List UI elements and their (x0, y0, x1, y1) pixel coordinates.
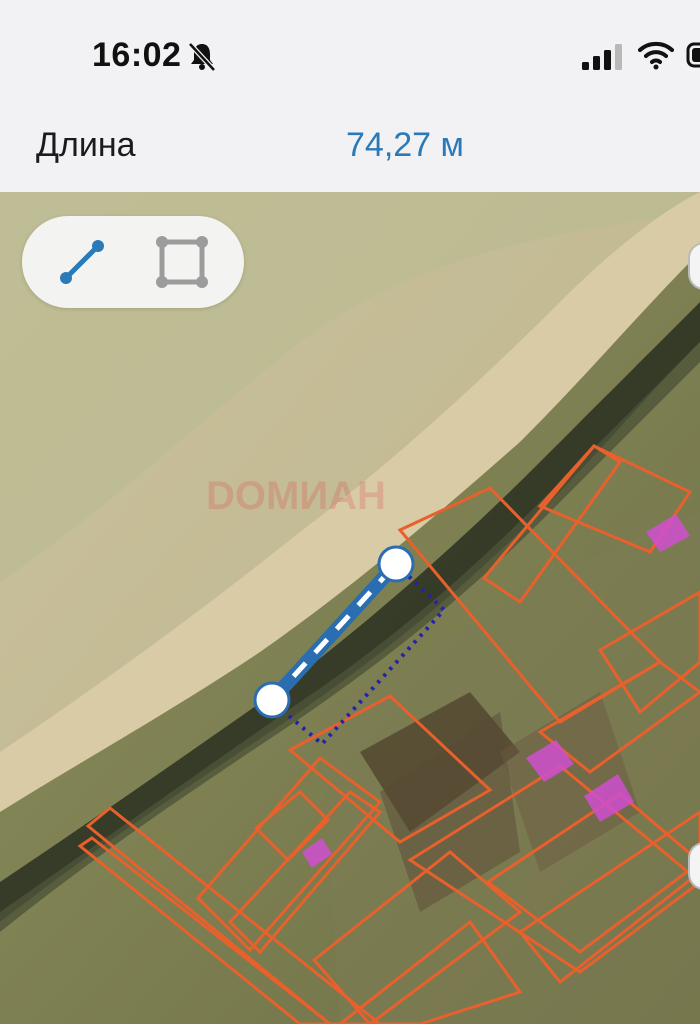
side-control-top[interactable] (688, 242, 700, 290)
measurement-header: Длина 74,27 м (0, 110, 700, 193)
line-measure-icon (60, 240, 104, 284)
measure-start-handle[interactable] (253, 681, 291, 719)
polygon-area-icon (156, 236, 208, 288)
bell-muted-icon (188, 42, 216, 72)
status-bar: 16:02 (0, 0, 700, 110)
battery-icon (686, 42, 700, 68)
measure-tool-switcher (22, 216, 244, 308)
measure-end-handle[interactable] (377, 545, 415, 583)
line-tool-button[interactable] (50, 230, 114, 294)
clock: 16:02 (92, 36, 182, 74)
wifi-icon (638, 41, 674, 70)
watermark-logo: DOMИАН (206, 474, 386, 518)
area-tool-button[interactable] (150, 230, 214, 294)
measure-value: 74,27 м (346, 126, 464, 164)
map-view[interactable]: DOMИАН (0, 192, 700, 1024)
side-control-bottom[interactable] (688, 842, 700, 890)
satellite-map-layer[interactable] (0, 192, 700, 1024)
measure-label: Длина (36, 126, 136, 164)
cellular-signal-icon (582, 44, 622, 70)
